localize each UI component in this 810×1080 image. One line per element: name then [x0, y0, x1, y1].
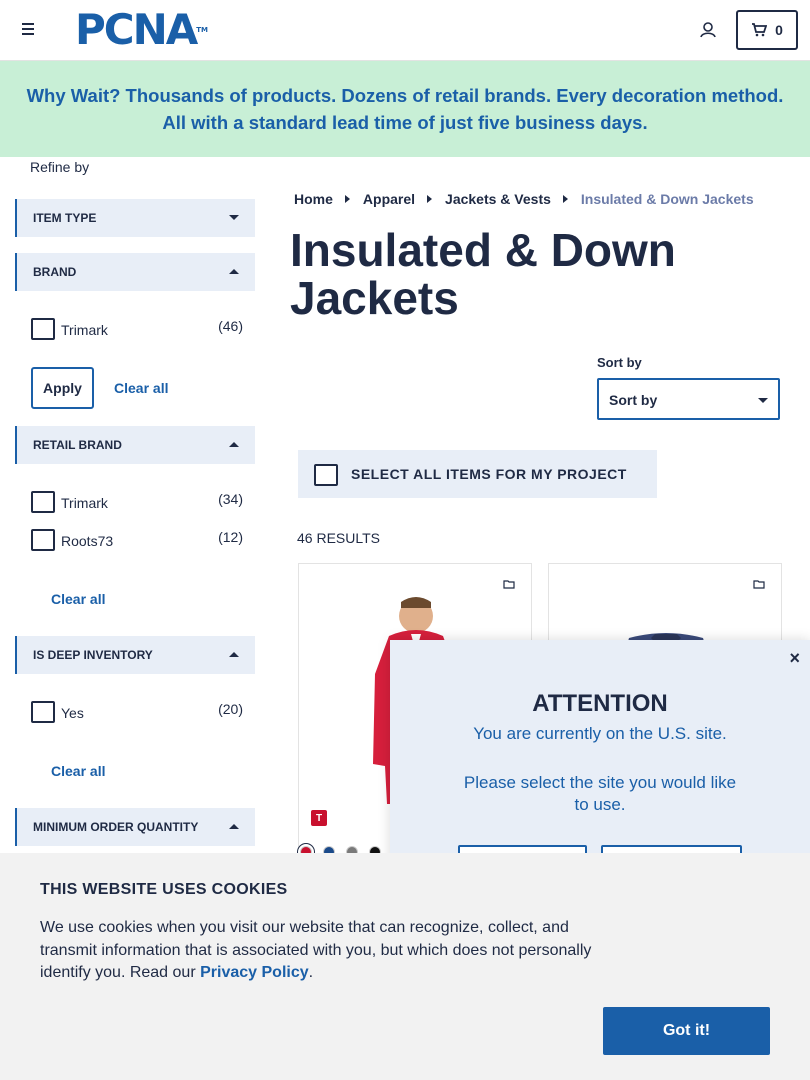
- breadcrumb-apparel[interactable]: Apparel: [363, 191, 415, 207]
- checkbox[interactable]: [31, 318, 55, 340]
- clear-all-retail-brand-link[interactable]: Clear all: [51, 591, 105, 607]
- cart-icon: [752, 23, 768, 37]
- breadcrumb-home[interactable]: Home: [294, 191, 333, 207]
- brand-option-trimark[interactable]: Trimark (46): [31, 318, 243, 342]
- refine-label: Refine by: [30, 159, 90, 175]
- close-icon[interactable]: ×: [789, 648, 800, 669]
- cart-count: 0: [775, 22, 783, 38]
- results-count: 46 RESULTS: [297, 530, 380, 546]
- breadcrumb-arrow-icon: [562, 195, 568, 203]
- promo-banner: Why Wait? Thousands of products. Dozens …: [0, 61, 810, 157]
- checkbox[interactable]: [31, 529, 55, 551]
- folder-icon[interactable]: [503, 578, 515, 590]
- chevron-up-icon: [229, 652, 239, 657]
- chevron-up-icon: [229, 442, 239, 447]
- cookie-banner: THIS WEBSITE USES COOKIES We use cookies…: [0, 853, 810, 1080]
- cookie-title: THIS WEBSITE USES COOKIES: [40, 881, 288, 898]
- breadcrumb-arrow-icon: [344, 195, 350, 203]
- checkbox[interactable]: [314, 464, 338, 486]
- breadcrumb-arrow-icon: [427, 195, 433, 203]
- clear-all-brand-link[interactable]: Clear all: [114, 380, 168, 396]
- cart-button[interactable]: 0: [736, 10, 798, 50]
- retail-brand-option-trimark[interactable]: Trimark (34): [31, 491, 243, 515]
- sort-label: Sort by: [597, 355, 642, 370]
- facet-minimum-order-quantity[interactable]: MINIMUM ORDER QUANTITY: [15, 808, 255, 846]
- chevron-up-icon: [229, 269, 239, 274]
- chevron-up-icon: [229, 824, 239, 829]
- facet-item-type[interactable]: ITEM TYPE: [15, 199, 255, 237]
- pcna-logo[interactable]: PCNATM: [75, 8, 208, 52]
- breadcrumb-current: Insulated & Down Jackets: [580, 191, 754, 207]
- modal-title: ATTENTION: [532, 690, 668, 717]
- hamburger-menu-icon[interactable]: [18, 20, 38, 40]
- modal-message: You are currently on the U.S. site.: [473, 724, 727, 743]
- account-icon[interactable]: [698, 20, 718, 40]
- select-all-items[interactable]: SELECT ALL ITEMS FOR MY PROJECT: [298, 450, 657, 498]
- checkbox[interactable]: [31, 491, 55, 513]
- clear-all-deep-inventory-link[interactable]: Clear all: [51, 763, 105, 779]
- deep-inventory-option-yes[interactable]: Yes (20): [31, 701, 243, 725]
- got-it-button[interactable]: Got it!: [603, 1007, 770, 1055]
- facet-deep-inventory[interactable]: IS DEEP INVENTORY: [15, 636, 255, 674]
- site-header: PCNATM 0: [0, 0, 810, 61]
- cookie-text: We use cookies when you visit our websit…: [40, 919, 592, 981]
- breadcrumb: Home Apparel Jackets & Vests Insulated &…: [294, 191, 754, 207]
- facet-retail-brand[interactable]: RETAIL BRAND: [15, 426, 255, 464]
- privacy-policy-link[interactable]: Privacy Policy: [200, 964, 309, 981]
- retail-brand-option-roots73[interactable]: Roots73 (12): [31, 529, 243, 553]
- modal-instruction: Please select the site you would like to…: [463, 773, 737, 814]
- apply-button[interactable]: Apply: [31, 367, 94, 409]
- breadcrumb-jackets-vests[interactable]: Jackets & Vests: [445, 191, 551, 207]
- facet-brand[interactable]: BRAND: [15, 253, 255, 291]
- sort-select[interactable]: Sort by: [597, 378, 780, 420]
- chevron-down-icon: [229, 215, 239, 220]
- chevron-down-icon: [758, 398, 768, 403]
- folder-icon[interactable]: [753, 578, 765, 590]
- page-title: Insulated & Down Jackets: [290, 224, 676, 324]
- checkbox[interactable]: [31, 701, 55, 723]
- brand-badge-trimark: T: [311, 810, 327, 826]
